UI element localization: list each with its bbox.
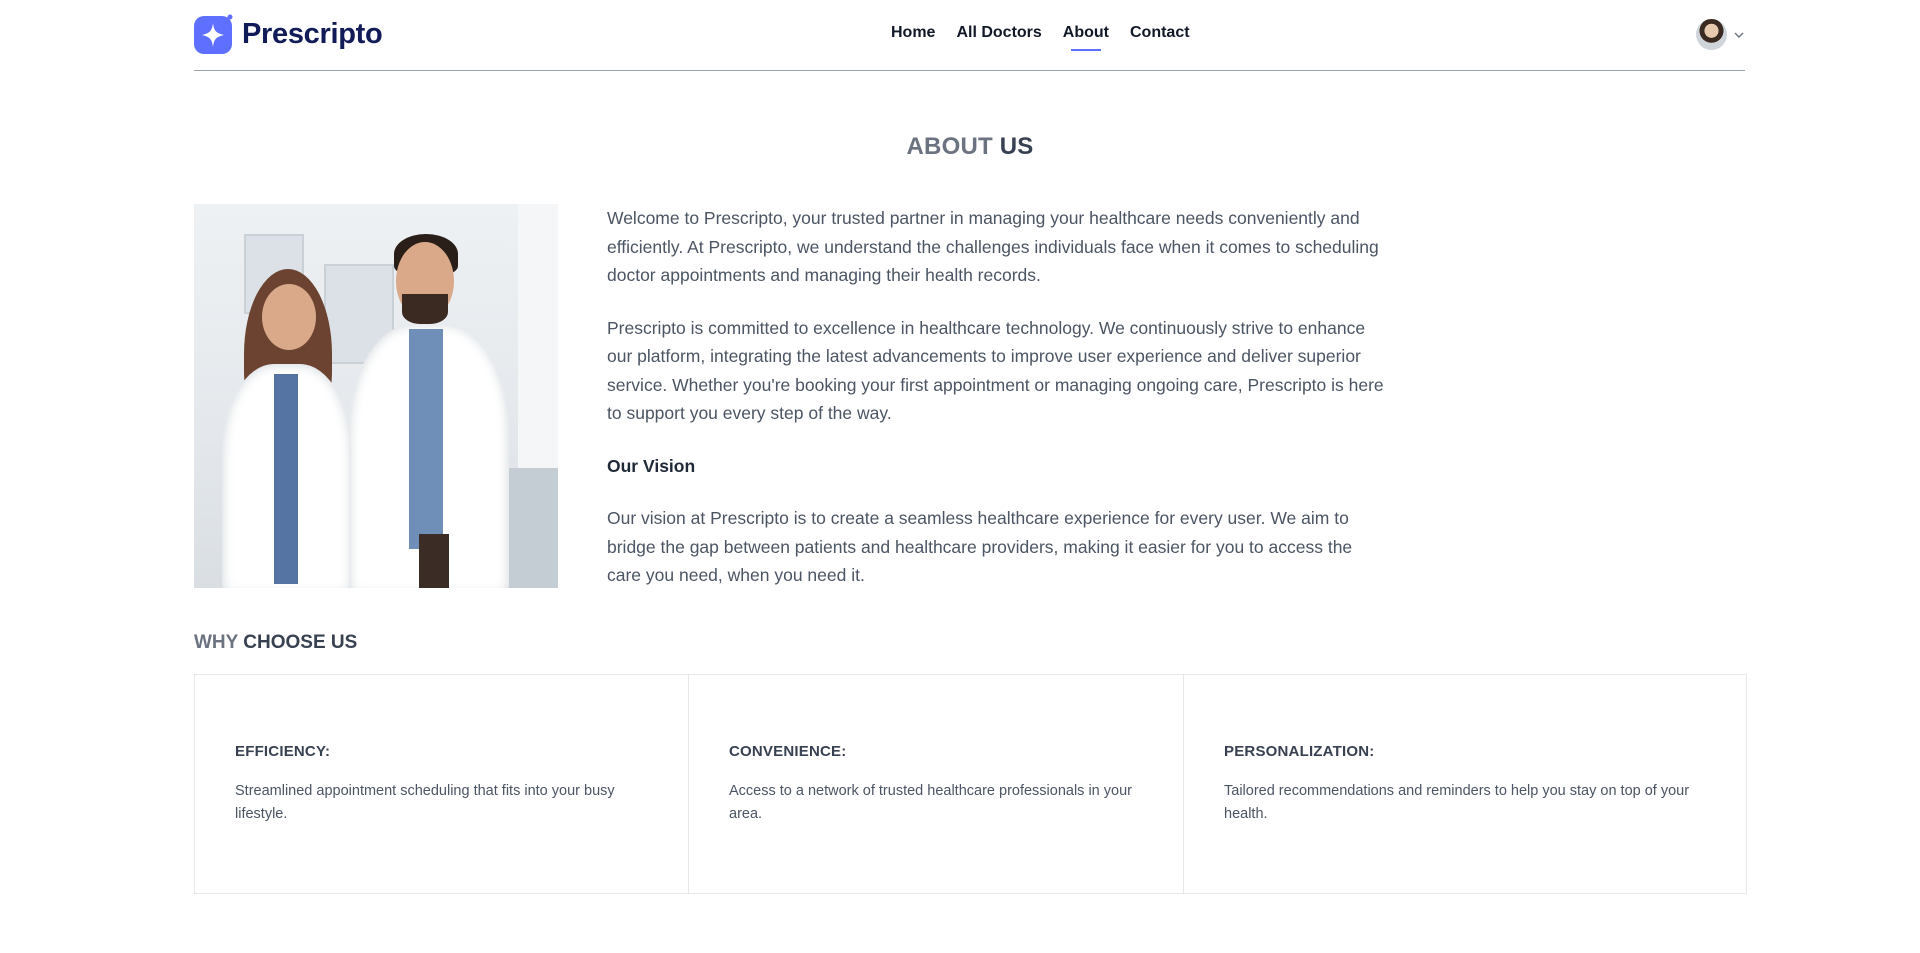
why-choose-us-title: WHY CHOOSE US [194, 632, 357, 654]
about-paragraph-1: Welcome to Prescripto, your trusted part… [607, 208, 1379, 285]
about-title-bold: US [999, 133, 1034, 160]
vision-heading: Our Vision [607, 455, 696, 476]
card-title: PERSONALIZATION: [1224, 743, 1375, 760]
avatar[interactable] [1696, 19, 1727, 50]
nav-all-doctors[interactable]: All Doctors [956, 24, 1041, 42]
about-title-light: ABOUT [906, 133, 993, 160]
card-efficiency[interactable]: EFFICIENCY: Streamlined appointment sche… [194, 674, 689, 894]
card-description: Streamlined appointment scheduling that … [235, 783, 615, 822]
about-title: ABOUT US [0, 133, 1920, 161]
why-title-bold: CHOOSE US [243, 632, 358, 653]
logo[interactable]: Prescripto [194, 14, 383, 54]
vision-paragraph: Our vision at Prescripto is to create a … [607, 508, 1353, 585]
why-title-light: WHY [194, 632, 238, 653]
card-title: EFFICIENCY: [235, 743, 331, 760]
about-paragraph-2: Prescripto is committed to excellence in… [607, 317, 1384, 424]
card-description: Tailored recommendations and reminders t… [1224, 783, 1690, 822]
chevron-down-icon[interactable] [1733, 29, 1745, 41]
nav-about[interactable]: About [1063, 24, 1109, 42]
navbar: Prescripto Home All Doctors About Contac… [194, 0, 1745, 71]
nav-contact[interactable]: Contact [1130, 24, 1190, 42]
brand-name: Prescripto [242, 17, 383, 50]
about-content: Welcome to Prescripto, your trusted part… [607, 204, 1387, 614]
nav-home[interactable]: Home [891, 24, 935, 42]
nav-links: Home All Doctors About Contact [891, 24, 1190, 42]
feature-cards: EFFICIENCY: Streamlined appointment sche… [194, 674, 1747, 894]
logo-icon [194, 14, 233, 54]
card-personalization[interactable]: PERSONALIZATION: Tailored recommendation… [1184, 674, 1747, 894]
card-description: Access to a network of trusted healthcar… [729, 783, 1132, 822]
card-convenience[interactable]: CONVENIENCE: Access to a network of trus… [689, 674, 1184, 894]
doctors-image [194, 204, 558, 588]
profile-menu[interactable] [1696, 19, 1745, 50]
card-title: CONVENIENCE: [729, 743, 847, 760]
